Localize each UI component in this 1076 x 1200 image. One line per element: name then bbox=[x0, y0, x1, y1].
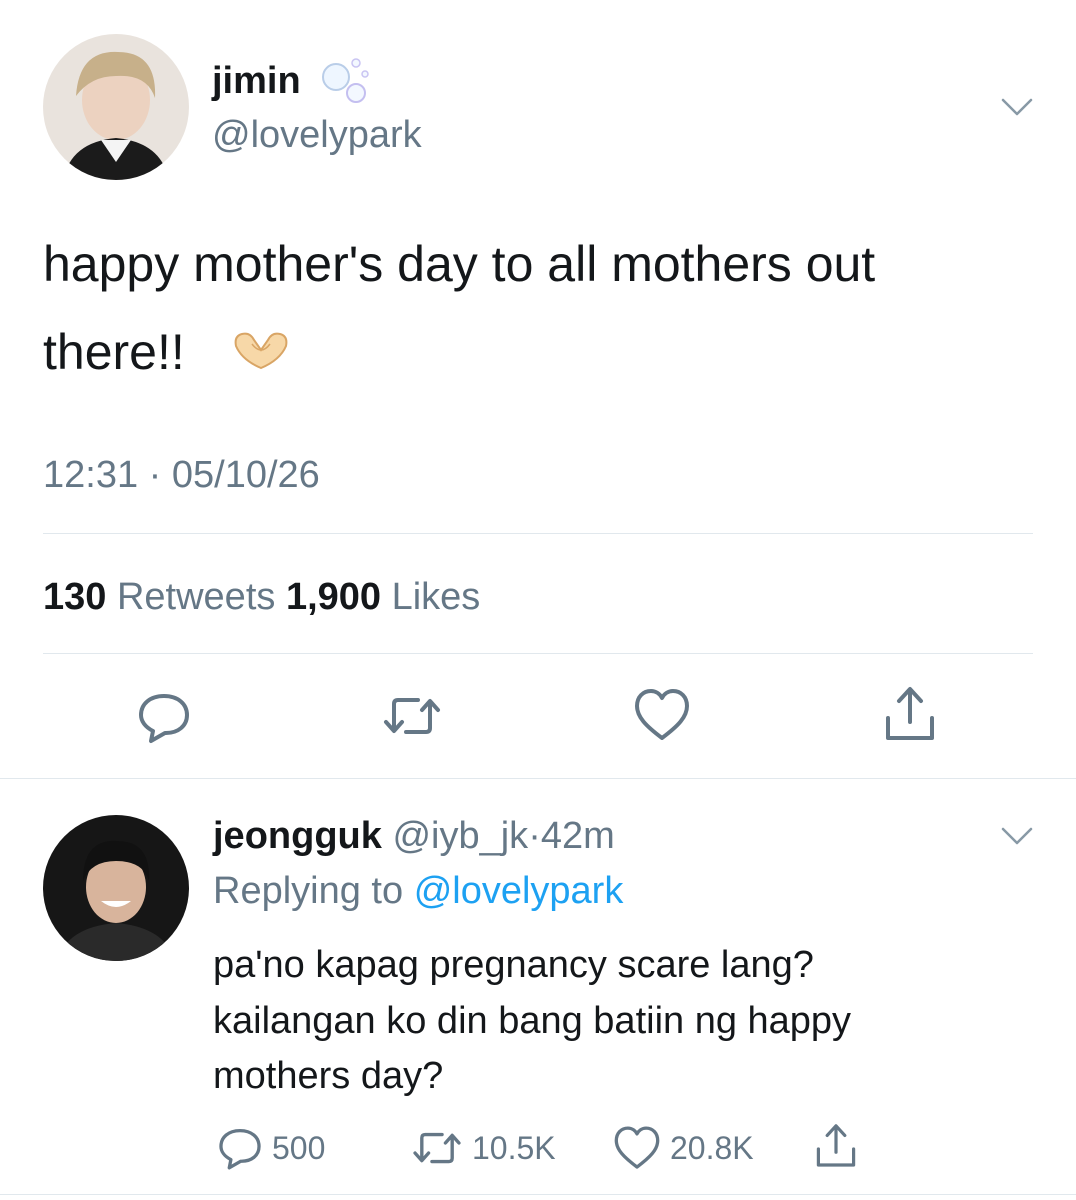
replying-to: Replying to @lovelypark bbox=[213, 867, 623, 915]
chevron-down-icon[interactable] bbox=[1000, 825, 1034, 847]
reply-text-line-2: kailangan ko din bang batiin ng happy bbox=[213, 1000, 852, 1042]
share-button[interactable] bbox=[880, 682, 940, 744]
reply-retweet-button[interactable]: 10.5K bbox=[410, 1126, 556, 1170]
replying-to-handle[interactable]: @lovelypark bbox=[414, 870, 624, 912]
author-display-name[interactable]: jimin bbox=[212, 58, 301, 104]
like-button[interactable] bbox=[632, 686, 692, 744]
tweet-stats: 130 Retweets 1,900 Likes bbox=[43, 574, 480, 620]
reply-like-button[interactable]: 20.8K bbox=[612, 1124, 754, 1172]
reply-retweet-count: 10.5K bbox=[472, 1129, 556, 1166]
share-icon bbox=[816, 1124, 856, 1167]
likes-count: 1,900 bbox=[285, 576, 382, 618]
reply-like-count: 20.8K bbox=[670, 1129, 754, 1166]
reply-header: jeongguk @iyb_jk·42m bbox=[213, 812, 615, 860]
divider bbox=[0, 1194, 1076, 1195]
heart-icon bbox=[614, 1126, 660, 1169]
retweets-count: 130 bbox=[43, 576, 107, 618]
tweet-text-line-2: there!! bbox=[43, 324, 185, 380]
retweet-icon bbox=[413, 1132, 461, 1164]
reply-count: 500 bbox=[272, 1129, 326, 1166]
tweet-text-line-1: happy mother's day to all mothers out bbox=[43, 236, 876, 292]
reply-handle[interactable]: @iyb_jk bbox=[392, 815, 528, 857]
divider bbox=[43, 653, 1033, 654]
retweet-button[interactable] bbox=[380, 690, 444, 742]
share-icon bbox=[886, 687, 934, 740]
chevron-down-icon[interactable] bbox=[1000, 96, 1034, 118]
divider bbox=[0, 778, 1076, 779]
heart-icon bbox=[635, 689, 689, 740]
retweets-stat[interactable]: 130 Retweets bbox=[43, 576, 286, 618]
reply-display-name[interactable]: jeongguk bbox=[213, 815, 382, 857]
retweet-icon bbox=[384, 698, 440, 734]
author-handle[interactable]: @lovelypark bbox=[212, 112, 422, 158]
tweet-timestamp: 12:31 · 05/10/26 bbox=[43, 452, 320, 498]
reply-age: 42m bbox=[540, 815, 615, 857]
reply-icon bbox=[139, 694, 189, 743]
retweets-label: Retweets bbox=[116, 576, 276, 618]
timestamp-separator: · bbox=[148, 454, 162, 496]
reply-button[interactable] bbox=[135, 688, 193, 746]
reply-share-button[interactable] bbox=[812, 1120, 860, 1170]
author-avatar[interactable] bbox=[43, 34, 189, 180]
bubbles-emoji-icon bbox=[318, 55, 378, 112]
reply-text-line-1: pa'no kapag pregnancy scare lang? bbox=[213, 944, 814, 986]
reply-reply-button[interactable]: 500 bbox=[216, 1124, 325, 1172]
heart-hands-emoji-icon bbox=[230, 330, 292, 377]
reply-icon bbox=[219, 1128, 261, 1170]
replying-to-label: Replying to bbox=[213, 870, 404, 912]
reply-author-avatar[interactable] bbox=[43, 815, 189, 961]
reply-separator: · bbox=[528, 815, 541, 857]
likes-stat[interactable]: 1,900 Likes bbox=[286, 576, 480, 618]
reply-text-line-3: mothers day? bbox=[213, 1055, 444, 1097]
divider bbox=[43, 533, 1033, 534]
likes-label: Likes bbox=[391, 576, 481, 618]
tweet-time: 12:31 bbox=[43, 454, 139, 496]
tweet-date: 05/10/26 bbox=[171, 454, 320, 496]
